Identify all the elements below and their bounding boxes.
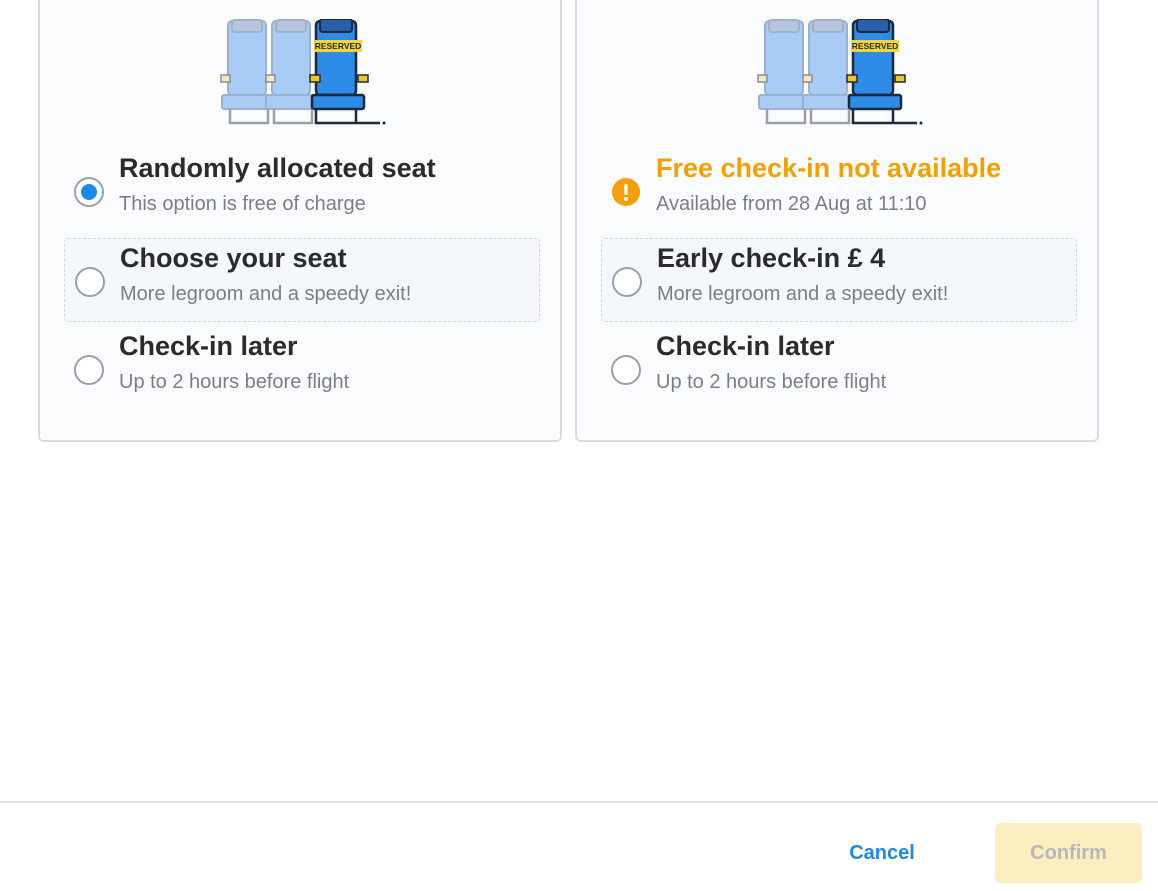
reserved-seat-illustration: RESERVED [220,19,386,125]
reserved-label: RESERVED [315,41,362,51]
option-title: Check-in later [119,331,298,361]
option-title: Early check-in £ 4 [657,243,886,273]
option-random-seat[interactable]: Randomly allocated seat This option is f… [64,149,540,233]
option-free-check-in: Free check-in not available Available fr… [601,149,1077,233]
cancel-button[interactable]: Cancel [822,825,942,881]
option-choose-seat[interactable]: Choose your seat More legroom and a spee… [64,238,540,322]
option-title: Free check-in not available [656,153,1002,183]
option-check-in-later[interactable]: Check-in later Up to 2 hours before flig… [601,327,1077,411]
option-subtitle: More legroom and a speedy exit! [657,283,949,305]
option-title: Choose your seat [120,243,347,273]
confirm-button[interactable]: Confirm [995,823,1142,883]
option-title: Check-in later [656,331,835,361]
option-subtitle: Up to 2 hours before flight [119,371,350,393]
option-subtitle: This option is free of charge [119,193,366,215]
radio-button[interactable] [611,355,641,385]
option-subtitle: Available from 28 Aug at 11:10 [656,193,927,215]
warning-icon [612,178,640,206]
dialog-footer: Cancel Confirm [0,801,1158,891]
seat-option-card-right: RESERVED Free check-in not available Ava… [575,0,1099,442]
seat-selection-page: RESERVED Randomly allocated seat This op… [0,0,1158,891]
option-title: Randomly allocated seat [119,153,436,183]
option-early-check-in[interactable]: Early check-in £ 4 More legroom and a sp… [601,238,1077,322]
seat-option-card-left: RESERVED Randomly allocated seat This op… [38,0,562,442]
reserved-label: RESERVED [852,41,899,51]
option-subtitle: Up to 2 hours before flight [656,371,887,393]
radio-button[interactable] [612,267,642,297]
option-subtitle: More legroom and a speedy exit! [120,283,412,305]
option-check-in-later[interactable]: Check-in later Up to 2 hours before flig… [64,327,540,411]
reserved-seat-illustration: RESERVED [757,19,923,125]
radio-button[interactable] [75,267,105,297]
radio-button[interactable] [74,355,104,385]
radio-button-selected[interactable] [74,177,104,207]
